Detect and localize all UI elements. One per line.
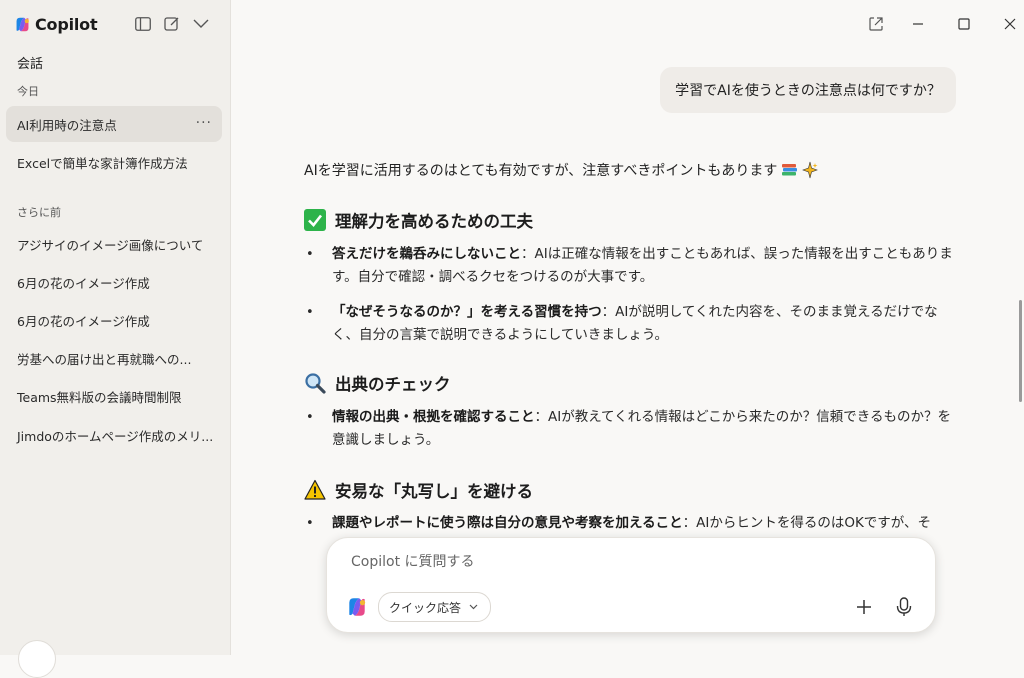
conversation-item[interactable]: Jimdoのホームページ作成のメリ... — [6, 417, 222, 453]
bullet-bold: 課題やレポートに使う際は自分の意見や考察を加えること — [332, 515, 683, 531]
conversation-title: AI利用時の注意点 — [17, 117, 117, 133]
answer-intro-text: AIを学習に活用するのはとても有効ですが、注意すべきポイントもあります — [304, 163, 778, 179]
magnifier-icon — [305, 373, 326, 394]
answer-intro: AIを学習に活用するのはとても有効ですが、注意すべきポイントもあります — [304, 160, 819, 180]
close-icon[interactable] — [998, 12, 1022, 36]
check-mark-icon — [304, 209, 326, 231]
conversations-title: 会話 — [17, 57, 44, 72]
conversation-title: 6月の花のイメージ作成 — [17, 275, 150, 291]
copilot-logo-icon — [349, 598, 366, 616]
conversation-title: アジサイのイメージ画像について — [17, 237, 204, 253]
bullet-dot: • — [306, 410, 314, 425]
section-heading: 安易な「丸写し」を避ける — [304, 478, 533, 502]
warning-icon — [304, 479, 326, 500]
copilot-logo[interactable]: Copilot — [14, 13, 98, 35]
maximize-icon[interactable] — [952, 12, 976, 36]
bullet-bold: 答えだけを鵜呑みにしないこと — [332, 246, 521, 262]
response-mode-label: クイック応答 — [389, 600, 462, 615]
group-label-today: 今日 — [17, 85, 39, 98]
section-title: 出典のチェック — [335, 375, 451, 394]
group-label-earlier: さらに前 — [17, 206, 61, 219]
bullet-dot: • — [306, 516, 314, 531]
app-name: Copilot — [35, 14, 98, 34]
bullet-item: • 情報の出典・根拠を確認すること：AIが教えてくれる情報はどこから来たのか？信… — [304, 406, 954, 452]
popout-icon[interactable] — [864, 12, 888, 36]
section-title: 理解力を高めるための工夫 — [335, 212, 533, 231]
conversation-item[interactable]: Teams無料版の会議時間制限 — [6, 378, 222, 414]
bullet-dot: • — [306, 247, 314, 262]
bullet-item: • 課題やレポートに使う際は自分の意見や考察を加えること：AIからヒントを得るの… — [304, 512, 954, 535]
response-mode-dropdown[interactable]: クイック応答 — [378, 592, 492, 622]
conversation-item[interactable]: AI利用時の注意点 ··· — [6, 106, 222, 142]
new-chat-icon[interactable] — [162, 14, 182, 34]
copilot-logo-icon — [16, 17, 29, 31]
bullet-bold: 「なぜそうなるのか？」を考える習慣を持つ — [332, 304, 602, 320]
profile-avatar[interactable] — [18, 640, 56, 678]
voice-input-button[interactable] — [890, 593, 918, 621]
conversation-title: Excelで簡単な家計簿作成方法 — [17, 155, 188, 171]
plus-icon — [857, 600, 871, 614]
section-title: 安易な「丸写し」を避ける — [335, 482, 533, 501]
conversation-item[interactable]: 6月の花のイメージ作成 — [6, 264, 222, 300]
sidebar-toggle-icon[interactable] — [133, 14, 153, 34]
conversation-title: Teams無料版の会議時間制限 — [17, 389, 182, 405]
conversation-title: 6月の花のイメージ作成 — [17, 313, 150, 329]
conversation-item[interactable]: Excelで簡単な家計簿作成方法 — [6, 144, 222, 180]
section-heading: 理解力を高めるための工夫 — [304, 208, 533, 232]
bullet-bold: 情報の出典・根拠を確認すること — [332, 409, 535, 425]
more-options-icon[interactable]: ··· — [196, 115, 212, 131]
conversation-item[interactable]: アジサイのイメージ画像について — [6, 226, 222, 262]
user-message-text: 学習でAIを使うときの注意点は何ですか？ — [675, 83, 941, 99]
user-message-bubble: 学習でAIを使うときの注意点は何ですか？ — [660, 67, 956, 113]
bullet-item: • 答えだけを鵜呑みにしないこと：AIは正確な情報を出すこともあれば、誤った情報… — [304, 243, 954, 289]
sparkles-icon — [802, 161, 819, 179]
conversation-title: Jimdoのホームページ作成のメリ... — [17, 428, 214, 444]
conversation-item[interactable]: 6月の花のイメージ作成 — [6, 302, 222, 338]
conversation-title: 労基への届け出と再就職への... — [17, 351, 192, 367]
microphone-icon — [896, 597, 912, 616]
books-icon — [782, 164, 798, 176]
scrollbar-thumb[interactable] — [1019, 300, 1022, 402]
conversation-item[interactable]: 労基への届け出と再就職への... — [6, 340, 222, 376]
bullet-dot: • — [306, 305, 314, 320]
bullet-item: • 「なぜそうなるのか？」を考える習慣を持つ：AIが説明してくれた内容を、そのま… — [304, 301, 954, 347]
minimize-icon[interactable] — [906, 12, 930, 36]
section-heading: 出典のチェック — [304, 371, 451, 395]
chevron-down-icon[interactable] — [191, 14, 211, 34]
bullet-text: ：AIからヒントを得るのはOKですが、そ — [682, 515, 932, 531]
sidebar: Copilot 会話 今日 AI利用時の注意点 ··· Excelで簡単な家計簿… — [0, 0, 231, 678]
chevron-down-icon — [469, 604, 478, 610]
add-attachment-button[interactable] — [850, 593, 878, 621]
message-input[interactable] — [349, 553, 893, 571]
message-composer: クイック応答 — [326, 537, 936, 633]
